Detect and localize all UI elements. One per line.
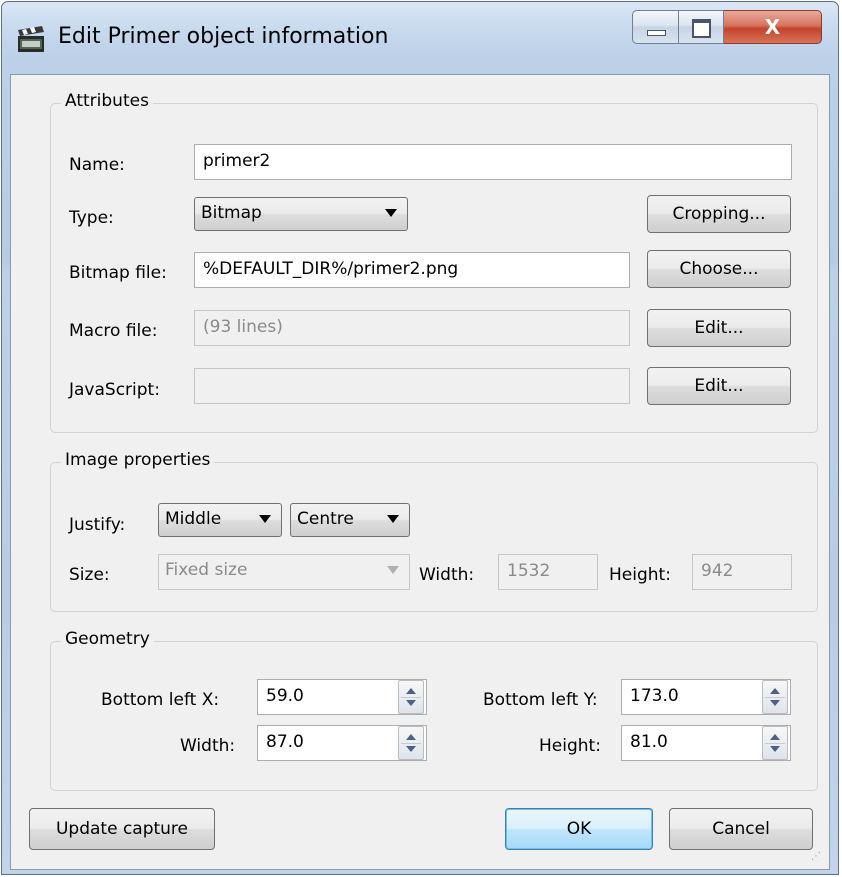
- type-select-value: Bitmap: [201, 203, 262, 223]
- bitmap-file-label: Bitmap file:: [69, 263, 167, 283]
- arrow-down-icon: [406, 746, 416, 752]
- maximize-icon: [692, 19, 711, 38]
- geometry-group-title: Geometry: [61, 629, 154, 649]
- arrow-up-icon: [406, 734, 416, 740]
- macro-file-input: (93 lines): [194, 310, 630, 346]
- ok-button[interactable]: OK: [505, 808, 653, 850]
- javascript-label: JavaScript:: [69, 380, 160, 400]
- window-title: Edit Primer object information: [58, 24, 389, 49]
- update-capture-button[interactable]: Update capture: [29, 808, 215, 850]
- justify-horizontal-select[interactable]: Centre: [290, 503, 410, 537]
- title-bar[interactable]: Edit Primer object information X: [2, 2, 838, 74]
- macro-edit-button[interactable]: Edit...: [647, 309, 791, 347]
- choose-button[interactable]: Choose...: [647, 250, 791, 288]
- image-width-input: 1532: [498, 554, 598, 590]
- arrow-up-icon: [770, 734, 780, 740]
- minimize-icon: [647, 30, 666, 36]
- chevron-down-icon: [385, 209, 397, 217]
- resize-grip-icon[interactable]: ⋰: [811, 851, 825, 865]
- justify-vertical-value: Middle: [165, 509, 222, 529]
- arrow-down-icon: [770, 700, 780, 706]
- geometry-height-label: Height:: [539, 736, 601, 756]
- arrow-up-icon: [770, 688, 780, 694]
- bottom-left-x-spinner[interactable]: [398, 680, 424, 714]
- image-height-label: Height:: [609, 565, 671, 585]
- arrow-up-icon: [406, 688, 416, 694]
- size-label: Size:: [69, 565, 110, 585]
- justify-vertical-select[interactable]: Middle: [158, 503, 282, 537]
- type-label: Type:: [69, 208, 114, 228]
- geometry-group: Geometry: [50, 629, 818, 791]
- minimize-button[interactable]: [632, 10, 679, 44]
- close-icon: X: [764, 15, 781, 39]
- bottom-left-y-spinner[interactable]: [762, 680, 788, 714]
- cancel-button[interactable]: Cancel: [669, 808, 813, 850]
- maximize-button[interactable]: [679, 10, 724, 44]
- size-select: Fixed size: [158, 554, 410, 590]
- image-properties-group-title: Image properties: [61, 450, 215, 470]
- geometry-width-spinner[interactable]: [398, 726, 424, 760]
- bottom-left-y-label: Bottom left Y:: [483, 690, 598, 710]
- chevron-down-icon: [259, 515, 271, 523]
- cropping-button[interactable]: Cropping...: [647, 195, 791, 233]
- image-width-label: Width:: [419, 565, 475, 585]
- name-input[interactable]: primer2: [194, 144, 792, 180]
- arrow-down-icon: [406, 700, 416, 706]
- type-select[interactable]: Bitmap: [194, 197, 408, 231]
- arrow-down-icon: [770, 746, 780, 752]
- chevron-down-icon: [387, 515, 399, 523]
- name-label: Name:: [69, 155, 125, 175]
- justify-label: Justify:: [69, 515, 126, 535]
- attributes-group-title: Attributes: [61, 91, 153, 111]
- geometry-height-spinner[interactable]: [762, 726, 788, 760]
- close-button[interactable]: X: [724, 10, 822, 44]
- chevron-down-icon: [387, 566, 399, 574]
- justify-horizontal-value: Centre: [297, 509, 354, 529]
- geometry-width-label: Width:: [180, 736, 236, 756]
- clapperboard-icon: [18, 26, 44, 52]
- bitmap-file-input[interactable]: %DEFAULT_DIR%/primer2.png: [194, 252, 630, 288]
- image-height-input: 942: [692, 554, 792, 590]
- macro-file-label: Macro file:: [69, 321, 158, 341]
- size-select-value: Fixed size: [165, 560, 248, 580]
- bottom-left-x-label: Bottom left X:: [101, 690, 220, 710]
- dialog-body: Attributes Name: primer2 Type: Bitmap Cr…: [10, 74, 830, 870]
- javascript-input: [194, 368, 630, 404]
- javascript-edit-button[interactable]: Edit...: [647, 367, 791, 405]
- dialog-window: Edit Primer object information X Attribu…: [1, 1, 839, 875]
- window-controls: X: [632, 10, 832, 46]
